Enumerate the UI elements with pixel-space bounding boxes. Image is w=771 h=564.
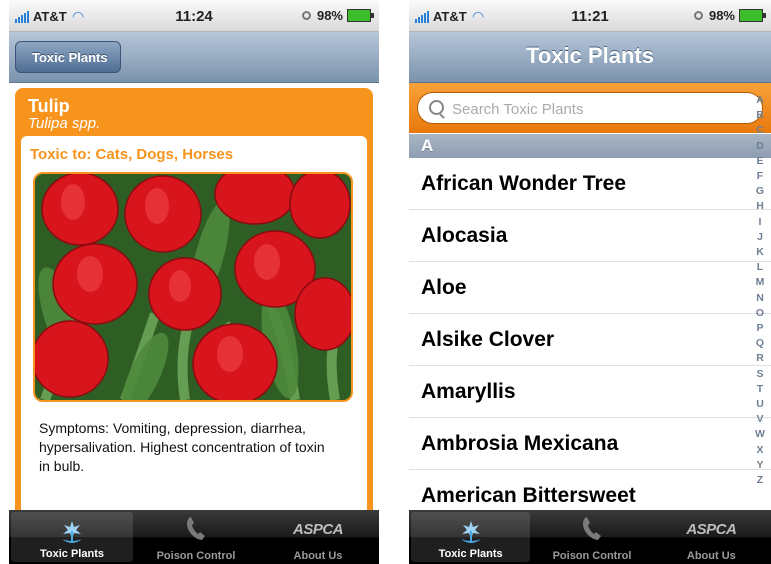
battery-icon: [347, 9, 374, 22]
battery-icon: [739, 9, 766, 22]
alarm-icon: [301, 11, 311, 20]
toxic-to-label: Toxic to: Cats, Dogs, Horses: [30, 146, 234, 163]
battery-percent: 98%: [708, 8, 735, 23]
index-letter[interactable]: P: [756, 321, 763, 336]
page-title: Toxic Plants: [526, 43, 654, 68]
section-header: A: [409, 134, 771, 158]
alarm-icon: [693, 11, 703, 20]
index-letter[interactable]: Y: [756, 458, 763, 473]
phone-icon: [582, 517, 601, 540]
tab-poison-control[interactable]: Poison Control: [135, 510, 257, 564]
index-letter[interactable]: G: [756, 184, 764, 199]
tulip-photo-illustration: [35, 174, 351, 400]
symptoms-text: Symptoms: Vomiting, depression, diarrhea…: [39, 420, 325, 474]
plant-list-screen: AT&T ◠ 11:21 98% Toxic Plants A African …: [409, 0, 771, 564]
tab-label: About Us: [293, 550, 343, 562]
index-letter[interactable]: L: [757, 260, 763, 275]
tab-label: Toxic Plants: [40, 548, 104, 560]
index-letter[interactable]: M: [756, 275, 765, 290]
alphabet-index[interactable]: ABCDEFGHIJKLMNOPQRSTUVWXYZ: [753, 93, 767, 488]
back-button[interactable]: Toxic Plants: [15, 41, 121, 73]
list-item[interactable]: Amaryllis: [409, 366, 771, 418]
list-item[interactable]: Ambrosia Mexicana: [409, 418, 771, 470]
index-letter[interactable]: D: [756, 139, 764, 154]
index-letter[interactable]: O: [756, 306, 764, 321]
index-letter[interactable]: U: [756, 397, 764, 412]
index-letter[interactable]: K: [756, 245, 764, 260]
tab-about-us[interactable]: ASPCA About Us: [257, 510, 379, 564]
tab-poison-control[interactable]: Poison Control: [532, 510, 651, 564]
plant-list: African Wonder Tree Alocasia Aloe Alsike…: [409, 158, 771, 522]
index-letter[interactable]: A: [756, 93, 764, 108]
list-item[interactable]: Alocasia: [409, 210, 771, 262]
battery-percent: 98%: [316, 8, 343, 23]
index-letter[interactable]: T: [757, 382, 763, 397]
navigation-bar: Toxic Plants: [9, 32, 379, 83]
flower-icon: [460, 521, 481, 543]
back-button-label: Toxic Plants: [32, 50, 108, 65]
plant-card: Tulip Tulipa spp. Toxic to: Cats, Dogs, …: [15, 88, 373, 510]
index-letter[interactable]: R: [756, 351, 764, 366]
list-item[interactable]: Aloe: [409, 262, 771, 314]
index-letter[interactable]: I: [759, 215, 762, 230]
aspca-logo-icon: ASPCA: [686, 521, 737, 538]
search-bar: [409, 83, 771, 133]
search-input[interactable]: [450, 93, 742, 125]
plant-species: Tulipa spp.: [28, 115, 101, 132]
tab-label: Toxic Plants: [438, 548, 503, 560]
index-letter[interactable]: Z: [757, 473, 763, 488]
index-letter[interactable]: J: [757, 230, 763, 245]
search-field[interactable]: [417, 92, 763, 125]
tab-toxic-plants[interactable]: Toxic Plants: [11, 512, 133, 562]
list-item[interactable]: African Wonder Tree: [409, 158, 771, 210]
index-letter[interactable]: W: [755, 427, 765, 442]
plant-photo: [33, 172, 353, 402]
navigation-bar: Toxic Plants: [409, 32, 771, 83]
tab-toxic-plants[interactable]: Toxic Plants: [411, 512, 531, 562]
index-letter[interactable]: B: [756, 108, 764, 123]
index-letter[interactable]: H: [756, 199, 764, 214]
tab-label: About Us: [686, 550, 736, 562]
index-letter[interactable]: F: [757, 169, 763, 184]
list-item[interactable]: Alsike Clover: [409, 314, 771, 366]
index-letter[interactable]: S: [756, 367, 763, 382]
plant-name: Tulip: [28, 96, 70, 116]
index-letter[interactable]: V: [756, 412, 763, 427]
plant-detail-screen: AT&T ◠ 11:24 98% Toxic Plants Tulip Tuli…: [9, 0, 379, 564]
plant-card-body: Toxic to: Cats, Dogs, Horses Symptoms: V…: [21, 136, 367, 510]
detail-content: Tulip Tulipa spp. Toxic to: Cats, Dogs, …: [9, 83, 379, 510]
phone-icon: [187, 517, 205, 540]
flower-icon: [62, 521, 82, 543]
status-bar: AT&T ◠ 11:24 98%: [9, 0, 379, 32]
tab-bar: Toxic Plants Poison Control ASPCA About …: [409, 510, 771, 564]
index-letter[interactable]: E: [756, 154, 763, 169]
tab-about-us[interactable]: ASPCA About Us: [652, 510, 771, 564]
index-letter[interactable]: X: [756, 443, 763, 458]
status-bar: AT&T ◠ 11:21 98%: [409, 0, 771, 32]
index-letter[interactable]: C: [756, 123, 764, 138]
tab-bar: Toxic Plants Poison Control ASPCA About …: [9, 510, 379, 564]
search-icon: [429, 100, 444, 115]
index-letter[interactable]: N: [756, 291, 764, 306]
tab-label: Poison Control: [552, 550, 632, 562]
aspca-logo-icon: ASPCA: [292, 521, 344, 538]
index-letter[interactable]: Q: [756, 336, 764, 351]
tab-label: Poison Control: [156, 550, 236, 562]
